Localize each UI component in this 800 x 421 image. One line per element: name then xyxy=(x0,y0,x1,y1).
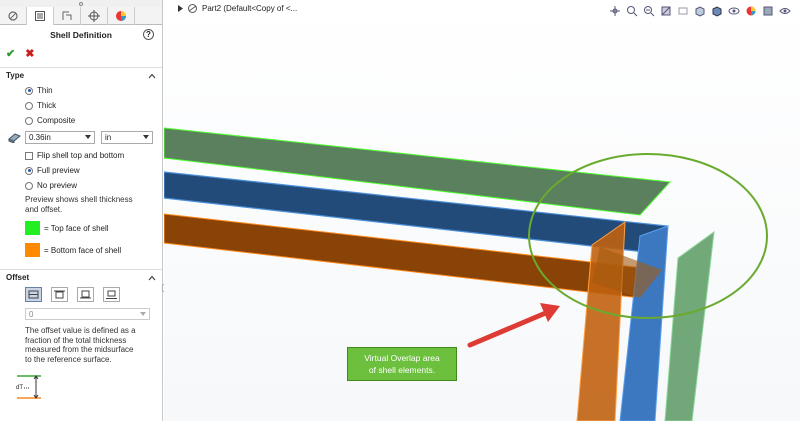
offset-section-label: Offset xyxy=(6,273,30,282)
dropdown-arrow-icon xyxy=(140,312,146,316)
previous-view-icon[interactable] xyxy=(642,4,655,17)
type-option-label: Thick xyxy=(37,101,57,110)
type-option-thin[interactable]: Thin xyxy=(0,83,162,98)
offset-mid-surface-button[interactable] xyxy=(25,287,42,302)
thickness-input[interactable]: 0.36in xyxy=(25,130,95,144)
legend-bottom-face: = Bottom face of shell xyxy=(0,239,162,261)
offset-bottom-surface-button[interactable] xyxy=(77,287,94,302)
offset-note: The offset value is defined as a fractio… xyxy=(25,326,136,364)
preview-note: Preview shows shell thickness and offset… xyxy=(25,195,133,214)
property-list-icon xyxy=(35,11,45,21)
graphics-viewport[interactable] xyxy=(164,0,800,421)
thickness-value: 0.36in xyxy=(29,132,51,142)
tab-display-manager[interactable] xyxy=(108,7,135,25)
unit-select[interactable]: in xyxy=(101,130,153,144)
crosshair-icon xyxy=(88,10,100,22)
top-face-swatch xyxy=(25,221,40,235)
offset-value: 0 xyxy=(29,309,34,319)
shell-thickness-icon xyxy=(8,133,21,143)
cancel-button[interactable]: ✖ xyxy=(25,47,34,60)
callout-line-1: Virtual Overlap area xyxy=(364,353,440,363)
overlap-callout: Virtual Overlap area of shell elements. xyxy=(347,347,457,381)
feature-tree-icon xyxy=(8,11,18,21)
preview-option-full[interactable]: Full preview xyxy=(0,163,162,178)
offset-section-header[interactable]: Offset xyxy=(0,269,162,285)
property-manager-panel: Shell Definition ? ✔ ✖ Type Thin Thick C… xyxy=(0,0,163,421)
offset-top-surface-button[interactable] xyxy=(51,287,68,302)
dropdown-arrow-icon xyxy=(85,135,91,139)
flip-shell-checkbox[interactable] xyxy=(25,151,33,160)
view-settings-icon[interactable] xyxy=(778,4,791,17)
top-surface-icon xyxy=(54,290,65,299)
preview-option-none[interactable]: No preview xyxy=(0,178,162,193)
part-name-label: Part2 (Default<Copy of <... xyxy=(202,4,298,13)
collapse-chevron-icon xyxy=(148,73,156,78)
configuration-icon xyxy=(62,11,72,20)
flyout-tree[interactable]: Part2 (Default<Copy of <... xyxy=(178,3,297,14)
collapse-chevron-icon xyxy=(148,275,156,280)
radio-no-preview[interactable] xyxy=(25,181,33,190)
type-option-composite[interactable]: Composite xyxy=(0,113,162,128)
mid-surface-icon xyxy=(28,290,39,299)
legend-label: = Top face of shell xyxy=(44,223,109,233)
unit-value: in xyxy=(105,132,112,142)
apply-scene-icon[interactable] xyxy=(761,4,774,17)
callout-line-2: of shell elements. xyxy=(368,365,436,375)
type-section-label: Type xyxy=(6,71,25,80)
user-defined-offset-icon xyxy=(106,290,117,299)
section-view-icon[interactable] xyxy=(659,4,672,17)
view-toolbar xyxy=(608,4,791,17)
offset-value-input[interactable]: 0 xyxy=(25,308,150,320)
offset-diagram: dT xyxy=(0,364,162,404)
panel-grip[interactable] xyxy=(0,0,162,7)
action-buttons: ✔ ✖ xyxy=(0,45,162,61)
radio-thick[interactable] xyxy=(25,101,33,110)
legend-label: = Bottom face of shell xyxy=(44,245,122,255)
radio-composite[interactable] xyxy=(25,116,33,125)
tab-feature-manager[interactable] xyxy=(0,7,27,25)
help-icon[interactable]: ? xyxy=(143,29,154,40)
dynamic-annotation-icon[interactable] xyxy=(676,4,689,17)
type-option-label: Thin xyxy=(37,86,53,95)
offset-diagram-icon: dT xyxy=(16,375,41,399)
svg-text:dT: dT xyxy=(16,385,23,391)
thickness-row: 0.36in in xyxy=(0,128,162,146)
panel-title: Shell Definition xyxy=(50,30,112,40)
flip-shell-option[interactable]: Flip shell top and bottom xyxy=(0,148,162,163)
type-section-header[interactable]: Type xyxy=(0,67,162,83)
view-orientation-icon[interactable] xyxy=(693,4,706,17)
appearance-pie-icon xyxy=(116,11,126,21)
type-option-label: Composite xyxy=(37,116,76,125)
display-style-icon[interactable] xyxy=(710,4,723,17)
expand-arrow-icon[interactable] xyxy=(178,5,183,12)
dropdown-arrow-icon xyxy=(143,135,149,139)
offset-user-defined-button[interactable] xyxy=(103,287,120,302)
hide-show-items-icon[interactable] xyxy=(727,4,740,17)
preview-option-label: Full preview xyxy=(37,166,80,175)
manager-tabs xyxy=(0,7,162,25)
edit-appearance-icon[interactable] xyxy=(744,4,757,17)
tab-dimxpert-manager[interactable] xyxy=(81,7,108,25)
type-option-thick[interactable]: Thick xyxy=(0,98,162,113)
bottom-surface-icon xyxy=(80,290,91,299)
tab-configuration-manager[interactable] xyxy=(54,7,81,25)
zoom-to-fit-icon[interactable] xyxy=(608,4,621,17)
offset-mode-buttons xyxy=(0,287,162,302)
ok-button[interactable]: ✔ xyxy=(6,47,15,60)
bottom-face-swatch xyxy=(25,243,40,257)
preview-option-label: No preview xyxy=(37,181,78,190)
part-icon xyxy=(188,4,197,13)
flip-shell-label: Flip shell top and bottom xyxy=(37,151,125,160)
legend-top-face: = Top face of shell xyxy=(0,217,162,239)
zoom-to-area-icon[interactable] xyxy=(625,4,638,17)
radio-thin[interactable] xyxy=(25,86,33,95)
radio-full-preview[interactable] xyxy=(25,166,33,175)
tab-property-manager[interactable] xyxy=(27,7,54,25)
panel-title-row: Shell Definition ? xyxy=(0,25,162,45)
